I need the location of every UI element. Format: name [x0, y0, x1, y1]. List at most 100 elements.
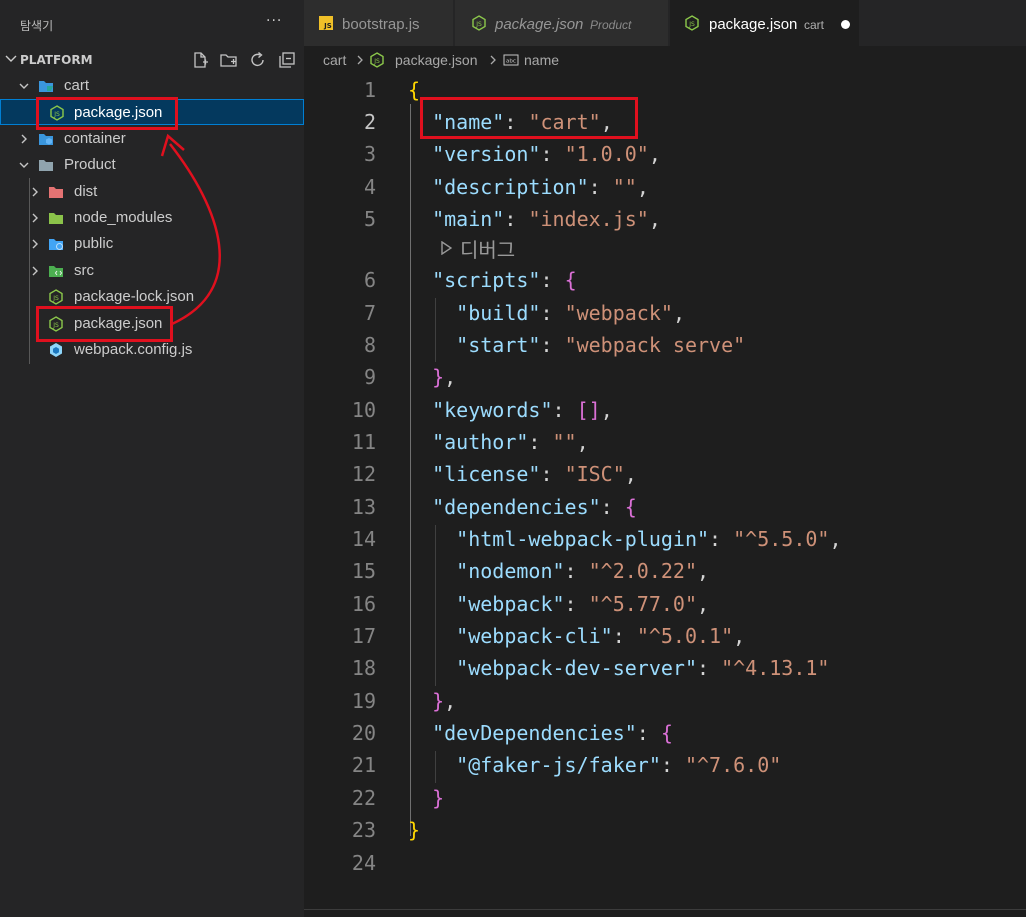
explorer-title: 탐색기: [20, 19, 54, 33]
line-number: 15: [351, 559, 376, 583]
svg-text:JS: JS: [475, 21, 482, 28]
line-number: 18: [351, 656, 376, 680]
line-number: 24: [351, 851, 376, 875]
line-number: 21: [351, 753, 376, 777]
nodejs-icon: JS: [472, 15, 486, 31]
code-line[interactable]: "start": "webpack serve": [408, 331, 745, 359]
folder-dist-icon: [49, 187, 63, 198]
breadcrumb-item-symbol[interactable]: name: [524, 52, 559, 68]
svg-text:JS: JS: [323, 22, 332, 30]
new-file-icon[interactable]: [191, 51, 209, 69]
new-folder-icon[interactable]: [220, 51, 238, 69]
folder-icon: [39, 81, 53, 92]
more-actions-icon[interactable]: ···: [266, 13, 282, 29]
code-line[interactable]: },: [408, 363, 456, 391]
js-icon: JS: [319, 16, 333, 30]
tab-product-package-json[interactable]: JS package.json Product: [455, 0, 669, 46]
breadcrumb-item-file[interactable]: package.json: [395, 52, 478, 68]
annotation-arrow: [160, 133, 221, 326]
editor-bottom-border: [304, 909, 1026, 910]
breadcrumb-item-cart[interactable]: cart: [323, 52, 346, 68]
svg-text:JS: JS: [373, 58, 380, 65]
line-number: 9: [363, 365, 376, 389]
folder-public-icon: [49, 239, 63, 250]
chevron-right-icon: [357, 55, 363, 65]
line-number: 13: [351, 495, 376, 519]
code-line[interactable]: "description": "",: [408, 173, 649, 201]
tree-item-label: Product: [64, 156, 116, 173]
collapse-all-icon[interactable]: [278, 51, 296, 69]
line-number: 8: [363, 333, 376, 357]
editor-tab-bar: JS bootstrap.js JS package.json Product …: [304, 0, 1026, 46]
nodejs-icon: JS: [685, 15, 699, 31]
code-line[interactable]: "author": "",: [408, 428, 589, 456]
folder-node-icon: [49, 213, 63, 224]
codelens-label: 디버그: [460, 238, 516, 262]
svg-text:abc: abc: [506, 59, 516, 65]
tab-label: bootstrap.js: [342, 16, 420, 33]
code-line[interactable]: "keywords": [],: [408, 396, 613, 424]
code-line[interactable]: }: [408, 784, 444, 812]
tree-item-label: src: [74, 262, 94, 279]
tree-item-label: webpack.config.js: [74, 341, 193, 358]
line-number: 12: [351, 462, 376, 486]
folder-src-icon: [49, 266, 63, 277]
tree-item-label: container: [64, 130, 126, 147]
tab-bootstrap-js[interactable]: JS bootstrap.js: [304, 0, 454, 46]
folder-icon: [39, 160, 53, 171]
svg-text:JS: JS: [688, 21, 695, 28]
explorer-header: 탐색기 ···: [0, 0, 304, 45]
webpack-icon: [50, 343, 62, 357]
workspace-section-header[interactable]: PLATFORM: [0, 48, 304, 72]
unsaved-dot-icon[interactable]: [841, 20, 850, 29]
tab-label: package.json: [495, 16, 584, 33]
annotation-box-name-field: [420, 97, 638, 139]
line-number: 6: [363, 268, 376, 292]
refresh-icon[interactable]: [249, 51, 267, 69]
code-line[interactable]: "dependencies": {: [408, 493, 637, 521]
code-line[interactable]: "nodemon": "^2.0.22",: [408, 557, 709, 585]
svg-text:JS: JS: [52, 295, 59, 302]
line-number: 11: [351, 430, 376, 454]
nodejs-icon: JS: [370, 52, 384, 68]
line-number: 16: [351, 592, 376, 616]
tab-cart-package-json[interactable]: JS package.json cart: [670, 0, 860, 46]
code-line[interactable]: "license": "ISC",: [408, 460, 637, 488]
tree-item-cart[interactable]: cart: [0, 73, 304, 99]
chevron-right-icon: [21, 134, 27, 144]
line-number: 5: [363, 207, 376, 231]
chevron-right-icon: [32, 213, 38, 223]
chevron-down-icon: [19, 162, 29, 168]
tree-item-label: dist: [74, 183, 98, 200]
chevron-down-icon: [5, 55, 17, 62]
code-editor[interactable]: 1 2 3 4 5 6 7 8 9 10 11 12 13 14 15 16 1…: [304, 74, 1026, 917]
tab-description: Product: [590, 18, 632, 32]
code-line[interactable]: }: [408, 816, 420, 844]
chevron-right-icon: [32, 239, 38, 249]
code-line[interactable]: "webpack": "^5.77.0",: [408, 590, 709, 618]
code-line[interactable]: "webpack-cli": "^5.0.1",: [408, 622, 745, 650]
code-line[interactable]: {: [408, 76, 420, 104]
code-line[interactable]: "devDependencies": {: [408, 719, 673, 747]
line-number: 7: [363, 301, 376, 325]
string-symbol-icon: abc: [503, 54, 519, 66]
code-line[interactable]: },: [408, 687, 456, 715]
tab-description: cart: [804, 18, 825, 32]
code-line[interactable]: "main": "index.js",: [408, 205, 661, 233]
tab-label: package.json: [709, 16, 798, 33]
code-line[interactable]: "scripts": {: [408, 266, 577, 294]
code-line[interactable]: "webpack-dev-server": "^4.13.1": [408, 654, 829, 682]
code-line[interactable]: "version": "1.0.0",: [408, 140, 661, 168]
tree-item-label: public: [74, 235, 114, 252]
line-number: 3: [363, 142, 376, 166]
line-number: 4: [363, 175, 376, 199]
nodejs-icon: JS: [49, 289, 63, 305]
code-line[interactable]: "build": "webpack",: [408, 299, 685, 327]
code-line[interactable]: "html-webpack-plugin": "^5.5.0",: [408, 525, 841, 553]
play-icon: [441, 241, 452, 255]
folder-icon: [39, 134, 53, 145]
annotation-box-cart-package: [36, 97, 178, 130]
code-line[interactable]: "@faker-js/faker": "^7.6.0": [408, 751, 781, 779]
line-number: 10: [351, 398, 376, 422]
workspace-title: PLATFORM: [20, 53, 93, 67]
